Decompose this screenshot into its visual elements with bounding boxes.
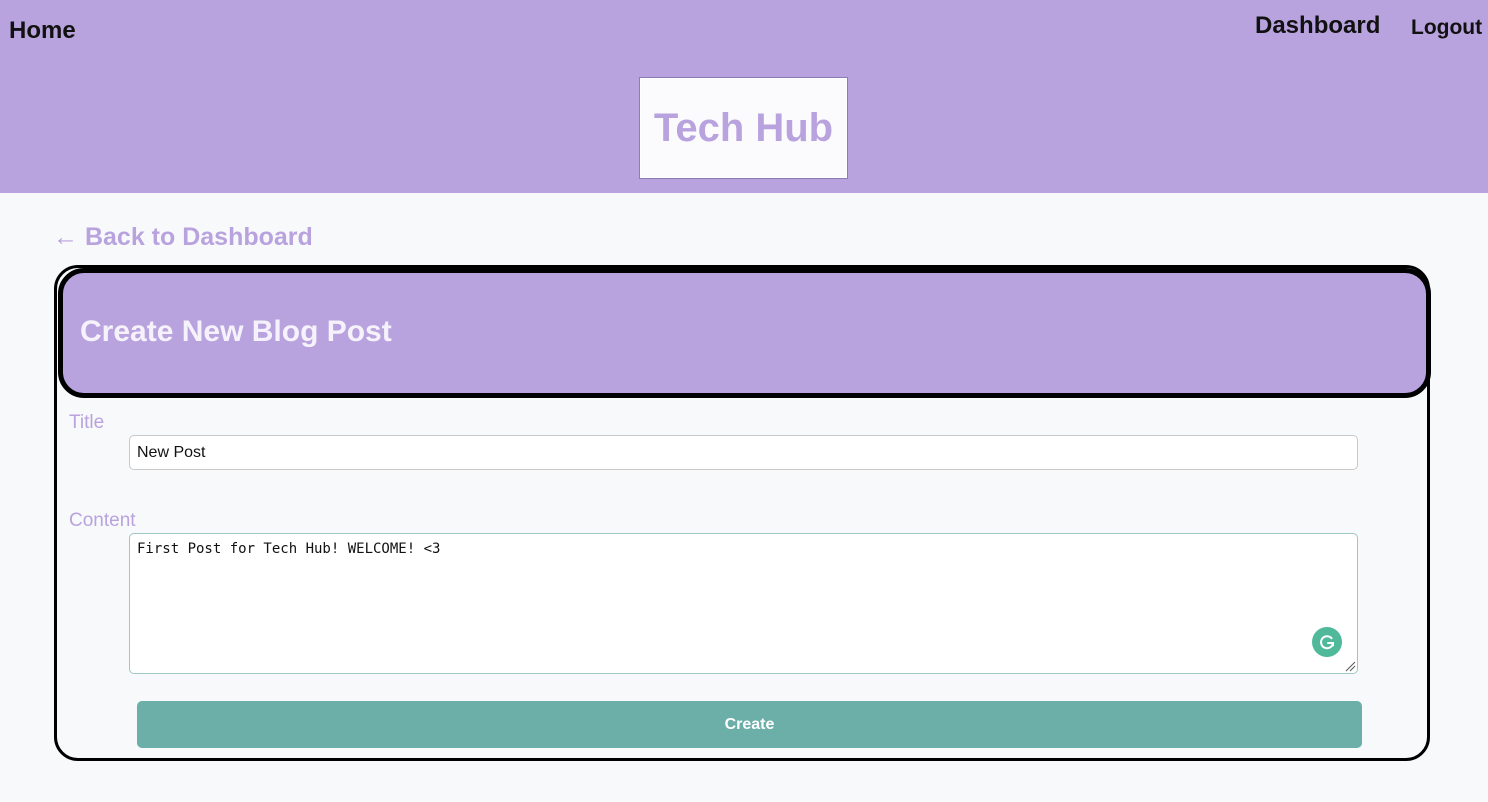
create-button[interactable]: Create — [137, 701, 1362, 748]
title-label: Title — [69, 412, 105, 433]
site-title: Tech Hub — [653, 105, 834, 150]
site-logo: Tech Hub — [639, 77, 848, 179]
nav-logout-link[interactable]: Logout — [1411, 16, 1482, 40]
back-to-dashboard-link[interactable]: ← Back to Dashboard — [53, 223, 313, 252]
title-input[interactable] — [129, 435, 1358, 470]
grammarly-icon[interactable] — [1312, 627, 1342, 657]
content-label: Content — [69, 510, 136, 531]
nav-home-link[interactable]: Home — [9, 17, 76, 45]
resize-grip-icon[interactable] — [1344, 660, 1356, 672]
site-header: Home Dashboard Logout Tech Hub — [0, 0, 1488, 193]
back-link-label: Back to Dashboard — [84, 223, 313, 251]
form-heading: Create New Blog Post — [80, 315, 392, 348]
nav-dashboard-link[interactable]: Dashboard — [1255, 12, 1380, 40]
content-textarea[interactable] — [129, 533, 1358, 674]
back-arrow-icon: ← — [53, 223, 78, 251]
